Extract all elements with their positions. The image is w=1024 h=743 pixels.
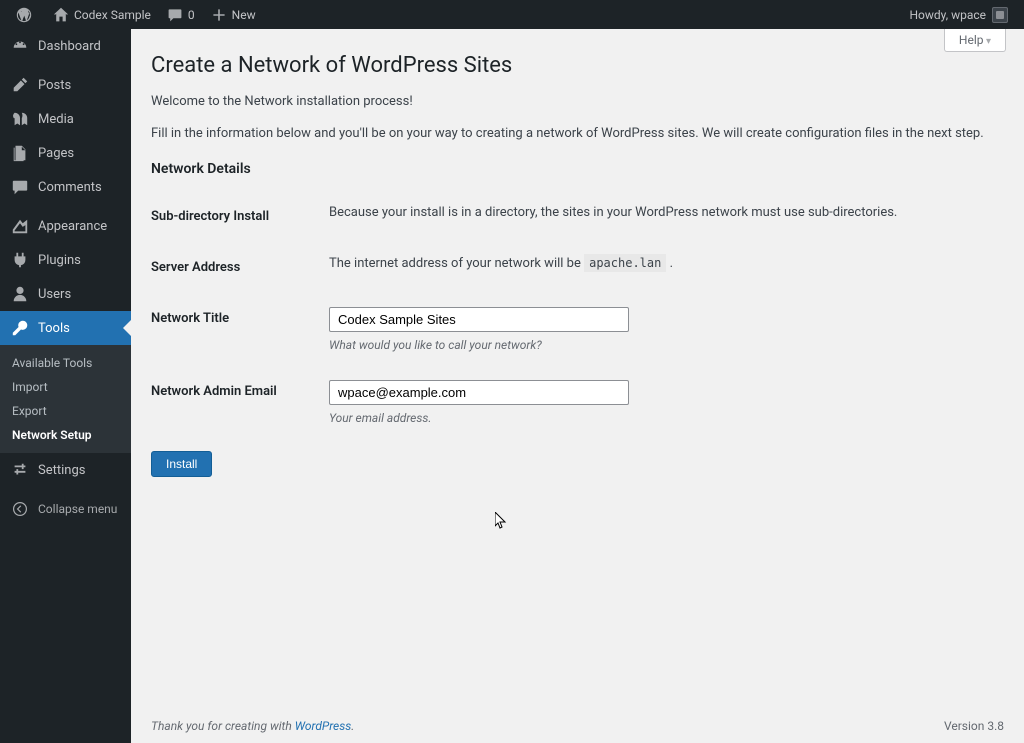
network-title-input[interactable] [329, 307, 629, 332]
server-text-pre: The internet address of your network wil… [329, 256, 584, 271]
submenu-import[interactable]: Import [0, 375, 131, 399]
section-heading: Network Details [151, 161, 1004, 177]
sidebar-item-users[interactable]: Users [0, 277, 131, 311]
row-server-value: The internet address of your network wil… [329, 242, 1004, 293]
install-button[interactable]: Install [151, 451, 212, 477]
submenu-available-tools[interactable]: Available Tools [0, 351, 131, 375]
submenu-network-setup[interactable]: Network Setup [0, 423, 131, 447]
sidebar-item-comments[interactable]: Comments [0, 170, 131, 204]
sidebar-item-plugins[interactable]: Plugins [0, 243, 131, 277]
collapse-icon [10, 499, 30, 519]
sidebar-item-media[interactable]: Media [0, 102, 131, 136]
content-area: Help Create a Network of WordPress Sites… [131, 29, 1024, 743]
cursor-icon [495, 512, 507, 530]
footer-thanks: Thank you for creating with WordPress. [151, 719, 354, 733]
admin-sidebar: Dashboard Posts Media Pages Comments App… [0, 29, 131, 743]
network-email-input[interactable] [329, 380, 629, 405]
plus-icon [211, 7, 227, 23]
sidebar-item-label: Media [38, 112, 74, 127]
site-name: Codex Sample [74, 8, 151, 22]
posts-icon [10, 75, 30, 95]
sidebar-item-label: Settings [38, 463, 85, 478]
wp-logo[interactable] [8, 0, 45, 29]
network-email-desc: Your email address. [329, 411, 994, 425]
intro-text-1: Welcome to the Network installation proc… [151, 92, 1004, 112]
row-title-label: Network Title [151, 293, 329, 366]
comment-count: 0 [188, 8, 195, 22]
row-subdir-label: Sub-directory Install [151, 191, 329, 242]
new-label: New [232, 8, 256, 22]
sidebar-item-appearance[interactable]: Appearance [0, 209, 131, 243]
comment-icon [167, 7, 183, 23]
sidebar-item-label: Dashboard [38, 39, 101, 54]
submenu-export[interactable]: Export [0, 399, 131, 423]
sidebar-item-label: Posts [38, 78, 71, 93]
sidebar-item-label: Tools [38, 321, 70, 336]
collapse-menu[interactable]: Collapse menu [0, 491, 131, 527]
media-icon [10, 109, 30, 129]
plugins-icon [10, 250, 30, 270]
dashboard-icon [10, 36, 30, 56]
row-server-label: Server Address [151, 242, 329, 293]
settings-icon [10, 460, 30, 480]
network-title-desc: What would you like to call your network… [329, 338, 994, 352]
sidebar-item-label: Pages [38, 146, 74, 161]
footer-thanks-post: . [351, 719, 354, 733]
network-details-table: Sub-directory Install Because your insta… [151, 191, 1004, 439]
sidebar-item-label: Plugins [38, 253, 81, 268]
admin-bar: Codex Sample 0 New Howdy, wpace [0, 0, 1024, 29]
sidebar-item-label: Users [38, 287, 71, 302]
site-name-link[interactable]: Codex Sample [45, 0, 159, 29]
tools-submenu: Available Tools Import Export Network Se… [0, 345, 131, 453]
page-title: Create a Network of WordPress Sites [151, 44, 1004, 92]
tools-icon [10, 318, 30, 338]
sidebar-item-posts[interactable]: Posts [0, 68, 131, 102]
sidebar-item-label: Appearance [38, 219, 107, 234]
sidebar-item-pages[interactable]: Pages [0, 136, 131, 170]
users-icon [10, 284, 30, 304]
appearance-icon [10, 216, 30, 236]
pages-icon [10, 143, 30, 163]
help-tab[interactable]: Help [944, 29, 1006, 52]
server-text-post: . [666, 256, 673, 271]
howdy-text: Howdy, wpace [909, 8, 986, 22]
footer-version: Version 3.8 [944, 719, 1004, 733]
row-subdir-value: Because your install is in a directory, … [329, 191, 1004, 242]
wordpress-icon [16, 7, 32, 23]
avatar [992, 7, 1008, 23]
collapse-label: Collapse menu [38, 502, 117, 516]
intro-text-2: Fill in the information below and you'll… [151, 124, 1004, 144]
home-icon [53, 7, 69, 23]
server-code: apache.lan [584, 254, 666, 272]
comments-icon [10, 177, 30, 197]
sidebar-item-label: Comments [38, 180, 102, 195]
new-content-link[interactable]: New [203, 0, 264, 29]
footer-thanks-pre: Thank you for creating with [151, 719, 295, 733]
footer: Thank you for creating with WordPress. V… [131, 709, 1024, 743]
footer-wp-link[interactable]: WordPress [295, 719, 352, 733]
sidebar-item-settings[interactable]: Settings [0, 453, 131, 487]
sidebar-item-dashboard[interactable]: Dashboard [0, 29, 131, 63]
row-email-label: Network Admin Email [151, 366, 329, 439]
comments-link[interactable]: 0 [159, 0, 203, 29]
account-menu[interactable]: Howdy, wpace [901, 0, 1016, 29]
sidebar-item-tools[interactable]: Tools [0, 311, 131, 345]
